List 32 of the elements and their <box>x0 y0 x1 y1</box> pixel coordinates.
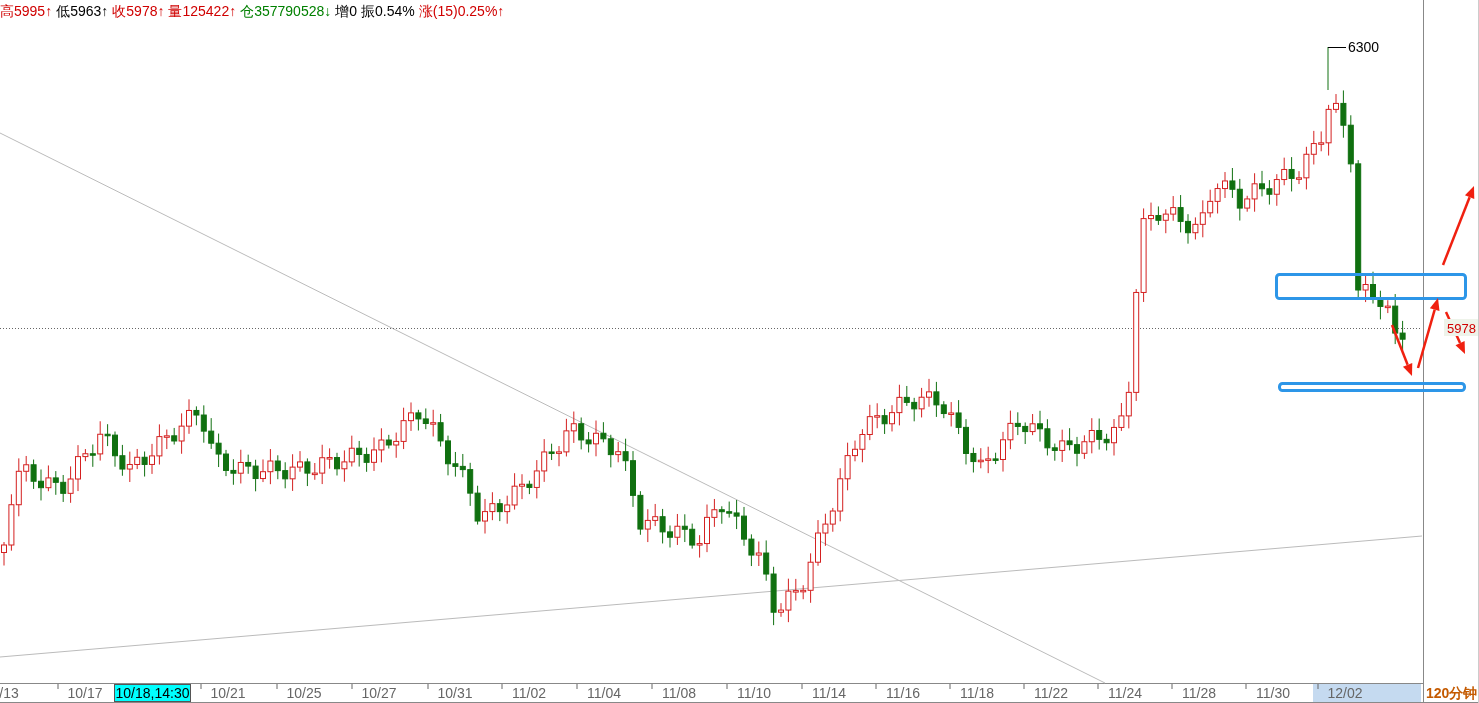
date-label: 10/25 <box>286 685 322 701</box>
quote-field: 高5995↑ <box>0 3 53 19</box>
date-label: 12/02 <box>1327 685 1363 701</box>
date-label: /13 <box>0 685 19 701</box>
peak-annotation: 6300 <box>1327 39 1380 55</box>
quote-field: 增0 <box>335 3 358 19</box>
date-label: 10/31 <box>437 685 473 701</box>
date-label: 11/28 <box>1182 685 1216 701</box>
date-label: 11/14 <box>812 685 846 701</box>
arrow <box>1416 298 1440 369</box>
date-label: 11/18 <box>960 685 994 701</box>
date-label: 11/16 <box>886 685 920 701</box>
quote-field: 收5978↑ <box>112 3 165 19</box>
date-label: 10/21 <box>210 685 246 701</box>
last-price-label: 5978 <box>1444 319 1478 336</box>
quote-field: 仓357790528↓ <box>240 3 332 19</box>
date-label: 11/10 <box>737 685 771 701</box>
quote-field: 低5963↑ <box>56 3 109 19</box>
quote-field: 量125422↑ <box>168 3 237 19</box>
date-label: 11/02 <box>512 685 546 701</box>
quote-field: 涨(15)0.25%↑ <box>418 3 505 19</box>
date-label: 11/04 <box>587 685 621 701</box>
cursor-date-label: 10/18,14:30 <box>114 684 191 702</box>
quote-field: 振0.54% <box>361 3 415 19</box>
date-label: 11/30 <box>1256 685 1290 701</box>
period-label: 120分钟 <box>1426 685 1478 701</box>
date-label: 11/24 <box>1108 685 1142 701</box>
date-label: 11/22 <box>1034 685 1068 701</box>
date-label: 10/27 <box>361 685 397 701</box>
date-label: 11/08 <box>662 685 696 701</box>
arrow <box>1390 324 1413 376</box>
date-label: 10/17 <box>67 685 103 701</box>
